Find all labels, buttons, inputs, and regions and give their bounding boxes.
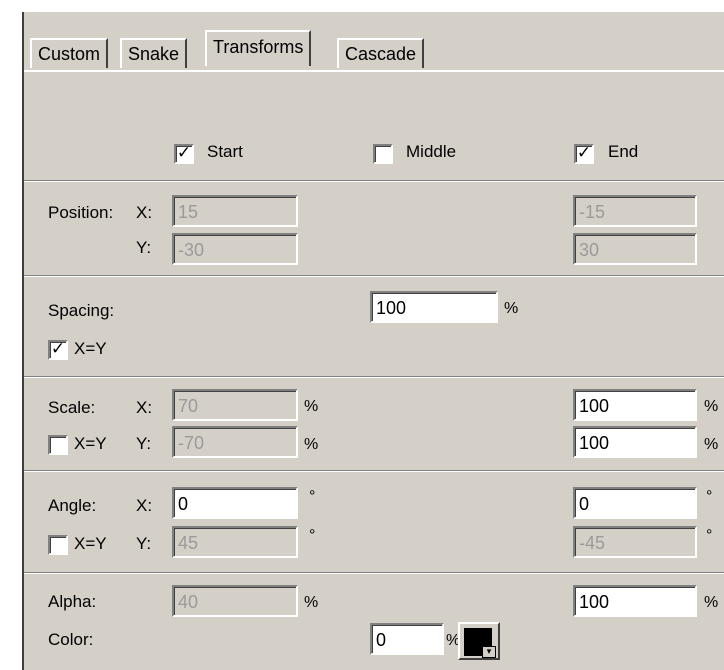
alpha-label: Alpha: [48,592,97,611]
color-label: Color: [48,630,94,649]
angle-start-y-unit: ° [309,527,316,544]
spacing-field[interactable]: 100 [370,291,498,323]
position-end-y-field[interactable]: 30 [573,233,697,265]
separator [24,470,724,472]
start-checkbox[interactable]: ✓ [174,144,194,164]
scale-xy-label: X=Y [74,434,107,453]
angle-xy-label: X=Y [74,534,107,553]
position-start-x-field[interactable]: 15 [172,195,298,227]
scale-label: Scale: [48,398,96,417]
position-end-x-field[interactable]: -15 [573,195,697,227]
angle-xy-checkbox[interactable] [48,535,68,555]
angle-x-label: X: [136,496,153,515]
angle-end-y-unit: ° [706,527,713,544]
separator [24,275,724,277]
scale-end-y-unit: % [704,436,719,453]
end-checkbox[interactable]: ✓ [574,144,594,164]
alpha-start-field[interactable]: 40 [172,585,298,617]
alpha-start-unit: % [304,594,319,611]
tab-transforms[interactable]: Transforms [205,30,312,66]
start-label: Start [207,142,243,161]
scale-y-label: Y: [136,434,152,453]
angle-start-x-unit: ° [309,488,316,505]
tab-strip-baseline [24,70,724,72]
angle-y-label: Y: [136,534,152,553]
scale-end-x-field[interactable]: 100 [573,389,697,421]
scale-end-y-field[interactable]: 100 [573,426,697,458]
scale-end-x-unit: % [704,398,719,415]
separator [24,180,724,182]
position-x-label: X: [136,203,153,222]
middle-checkbox[interactable] [373,144,393,164]
separator [24,572,724,574]
scale-start-x-field[interactable]: 70 [172,389,298,421]
scale-start-y-field[interactable]: -70 [172,426,298,458]
alpha-end-unit: % [704,594,719,611]
position-y-label: Y: [136,238,152,257]
end-label: End [608,142,639,161]
angle-end-x-field[interactable]: 0 [573,487,697,519]
spacing-xy-checkbox[interactable]: ✓ [48,340,68,360]
scale-xy-checkbox[interactable] [48,435,68,455]
position-label: Position: [48,203,114,222]
color-picker-button[interactable]: ▾ [458,622,500,660]
scale-start-y-unit: % [304,436,319,453]
separator [24,376,724,378]
angle-start-x-field[interactable]: 0 [172,487,298,519]
tab-snake[interactable]: Snake [120,38,188,68]
scale-x-label: X: [136,398,153,417]
position-start-y-field[interactable]: -30 [172,233,298,265]
angle-start-y-field[interactable]: 45 [172,526,298,558]
scale-start-x-unit: % [304,398,319,415]
middle-label: Middle [406,142,457,161]
spacing-unit: % [504,300,519,317]
dropdown-arrow-icon: ▾ [482,646,496,658]
angle-end-x-unit: ° [706,488,713,505]
alpha-end-field[interactable]: 100 [573,585,697,617]
angle-end-y-field[interactable]: -45 [573,526,697,558]
spacing-label: Spacing: [48,301,115,320]
angle-label: Angle: [48,496,97,515]
tab-cascade[interactable]: Cascade [337,38,425,68]
color-value-field[interactable]: 0 [370,623,444,655]
tab-custom[interactable]: Custom [30,38,109,68]
spacing-xy-label: X=Y [74,339,107,358]
